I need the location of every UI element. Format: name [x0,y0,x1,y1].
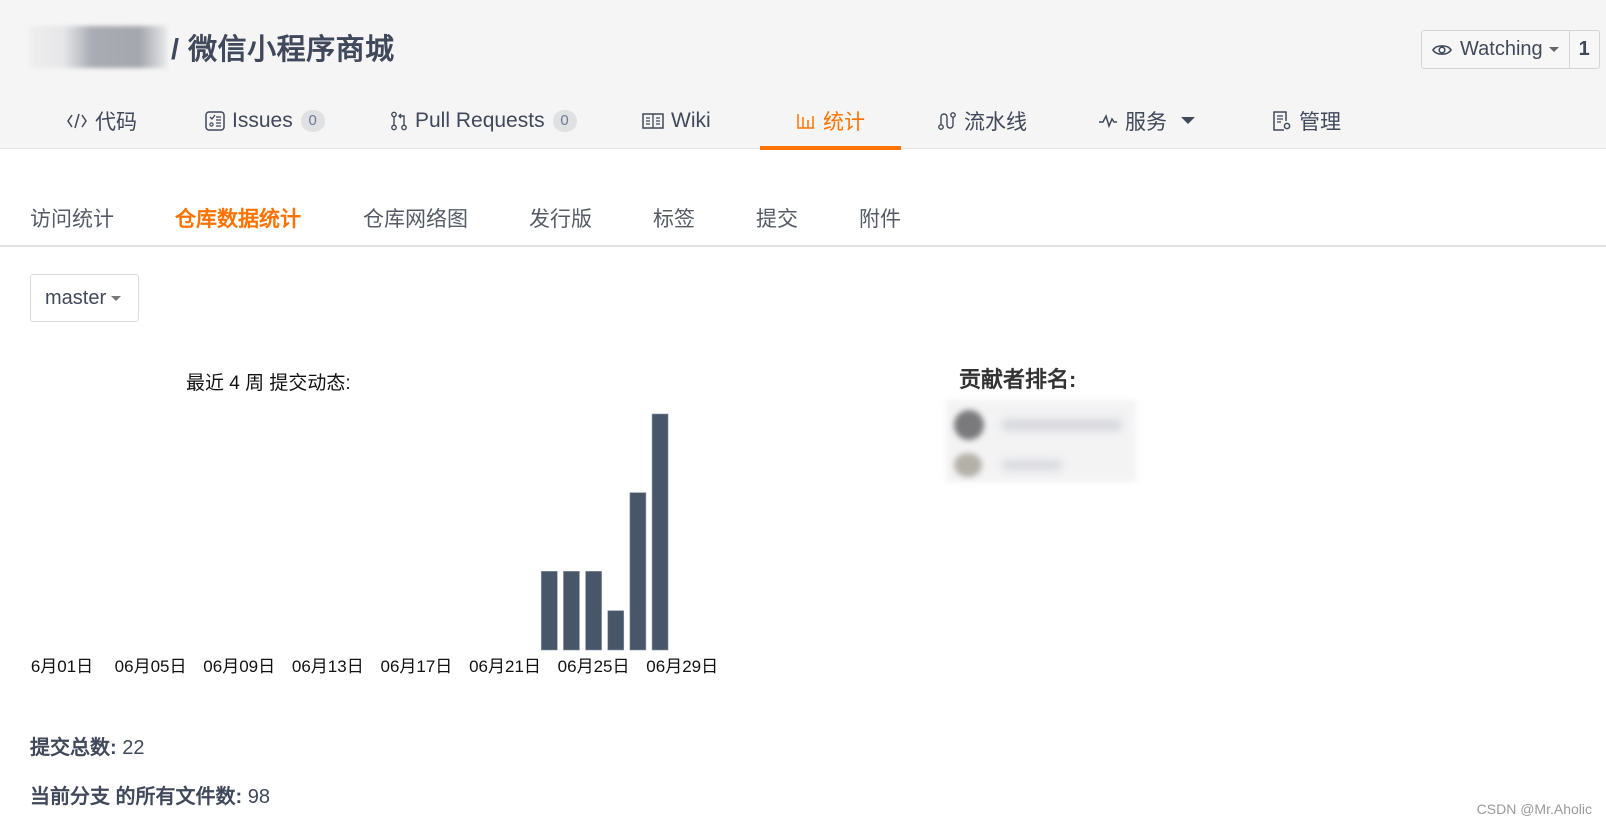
contributor-item[interactable] [954,453,1062,477]
branch-selected-label: master [45,286,107,309]
file-count-label: 当前分支 的所有文件数: [30,786,243,808]
x-tick-label: 06月09日 [203,657,275,676]
total-commits: 提交总数: 22 [30,731,144,760]
x-tick-label: 06月25日 [558,657,630,676]
total-commits-value: 22 [122,737,145,759]
pulse-icon [1098,113,1118,129]
chevron-down-icon [1548,47,1559,52]
tab-statistics[interactable]: 统计 [760,92,901,150]
chart-bar[interactable] [585,571,602,651]
tab-services-label: 服务 [1125,110,1167,134]
code-icon [66,111,88,131]
watch-count[interactable]: 1 [1570,31,1599,68]
total-commits-label: 提交总数: [30,737,117,759]
watch-button[interactable]: Watching [1422,31,1570,68]
repo-separator: / [171,34,180,66]
subtab-releases[interactable]: 发行版 [529,203,592,233]
x-tick-label: 06月13日 [292,657,364,676]
subtab-tags[interactable]: 标签 [653,203,695,233]
chart-bar[interactable] [563,571,580,651]
tab-code[interactable]: 代码 [66,92,137,149]
tab-issues-label: Issues [232,108,293,132]
repo-owner-redacted[interactable] [30,26,167,68]
tab-statistics-label: 统计 [823,110,865,134]
watch-button-group: Watching 1 [1421,30,1600,69]
tab-pull-requests[interactable]: Pull Requests 0 [390,92,577,149]
book-icon [642,112,664,130]
subtab-commits[interactable]: 提交 [756,203,798,233]
tab-code-label: 代码 [95,110,137,134]
subtab-repo-data-stats[interactable]: 仓库数据统计 [175,203,301,233]
tab-manage[interactable]: 管理 [1272,92,1341,149]
branch-select[interactable]: master [30,274,139,322]
repo-name[interactable]: / 微信小程序商城 [171,26,395,68]
repo-name-text: 微信小程序商城 [188,34,395,66]
pipeline-icon [937,111,957,131]
tab-manage-label: 管理 [1299,110,1341,134]
contributor-name-redacted [1002,460,1062,470]
pull-request-icon [390,111,408,131]
contributor-name-redacted [1002,419,1122,431]
tab-issues[interactable]: Issues 0 [205,92,325,149]
tab-services[interactable]: 服务 [1098,92,1195,149]
file-count-value: 98 [247,786,271,808]
file-count: 当前分支 的所有文件数: 98 [30,780,270,809]
issues-icon [205,110,225,131]
watermark: CSDN @Mr.Aholic [1476,801,1592,817]
x-tick-label: 6月01日 [31,657,93,676]
eye-icon [1432,44,1452,55]
commit-activity-chart: 6月01日 06月05日 06月09日 06月13日 06月17日 06月21日 06月25… [31,413,718,676]
x-tick-label: 06月17日 [380,657,452,676]
watch-label: Watching [1460,38,1543,60]
tab-pipeline[interactable]: 流水线 [937,92,1027,149]
contributors-title: 贡献者排名: [959,367,1077,392]
chart-bar[interactable] [629,492,647,651]
subtab-repo-network[interactable]: 仓库网络图 [363,203,468,233]
settings-doc-icon [1272,110,1292,132]
subtab-visit-stats[interactable]: 访问统计 [30,203,114,233]
chevron-down-icon [111,295,122,301]
chevron-down-icon [1181,117,1195,124]
tab-wiki[interactable]: Wiki [642,92,711,149]
repo-title: / 微信小程序商城 [30,26,395,68]
bar-chart-icon [796,112,816,130]
x-tick-label: 06月21日 [469,657,541,676]
chart-bar[interactable] [607,610,625,651]
avatar [954,453,982,477]
chart-title: 最近 4 周 提交动态: [186,373,351,394]
statistics-subnav: 访问统计 仓库数据统计 仓库网络图 发行版 标签 提交 附件 [0,195,1606,247]
chart-bar[interactable] [651,413,669,651]
x-tick-label: 06月29日 [646,657,718,676]
issues-count-badge: 0 [300,109,325,132]
x-tick-label: 06月05日 [115,657,187,676]
repo-nav: 代码 Issues 0 Pull Requests 0 Wiki 统计 流水线 … [0,92,1606,150]
contributor-item[interactable] [954,410,1122,440]
repo-header: / 微信小程序商城 Watching 1 代码 Issues 0 Pull Re… [0,0,1606,150]
subtab-attachments[interactable]: 附件 [859,203,901,233]
pull-requests-count-badge: 0 [552,109,577,132]
tab-wiki-label: Wiki [671,108,711,132]
tab-pipeline-label: 流水线 [964,110,1027,134]
tab-pull-requests-label: Pull Requests [415,108,545,132]
chart-bar[interactable] [540,571,558,651]
avatar [954,410,984,440]
